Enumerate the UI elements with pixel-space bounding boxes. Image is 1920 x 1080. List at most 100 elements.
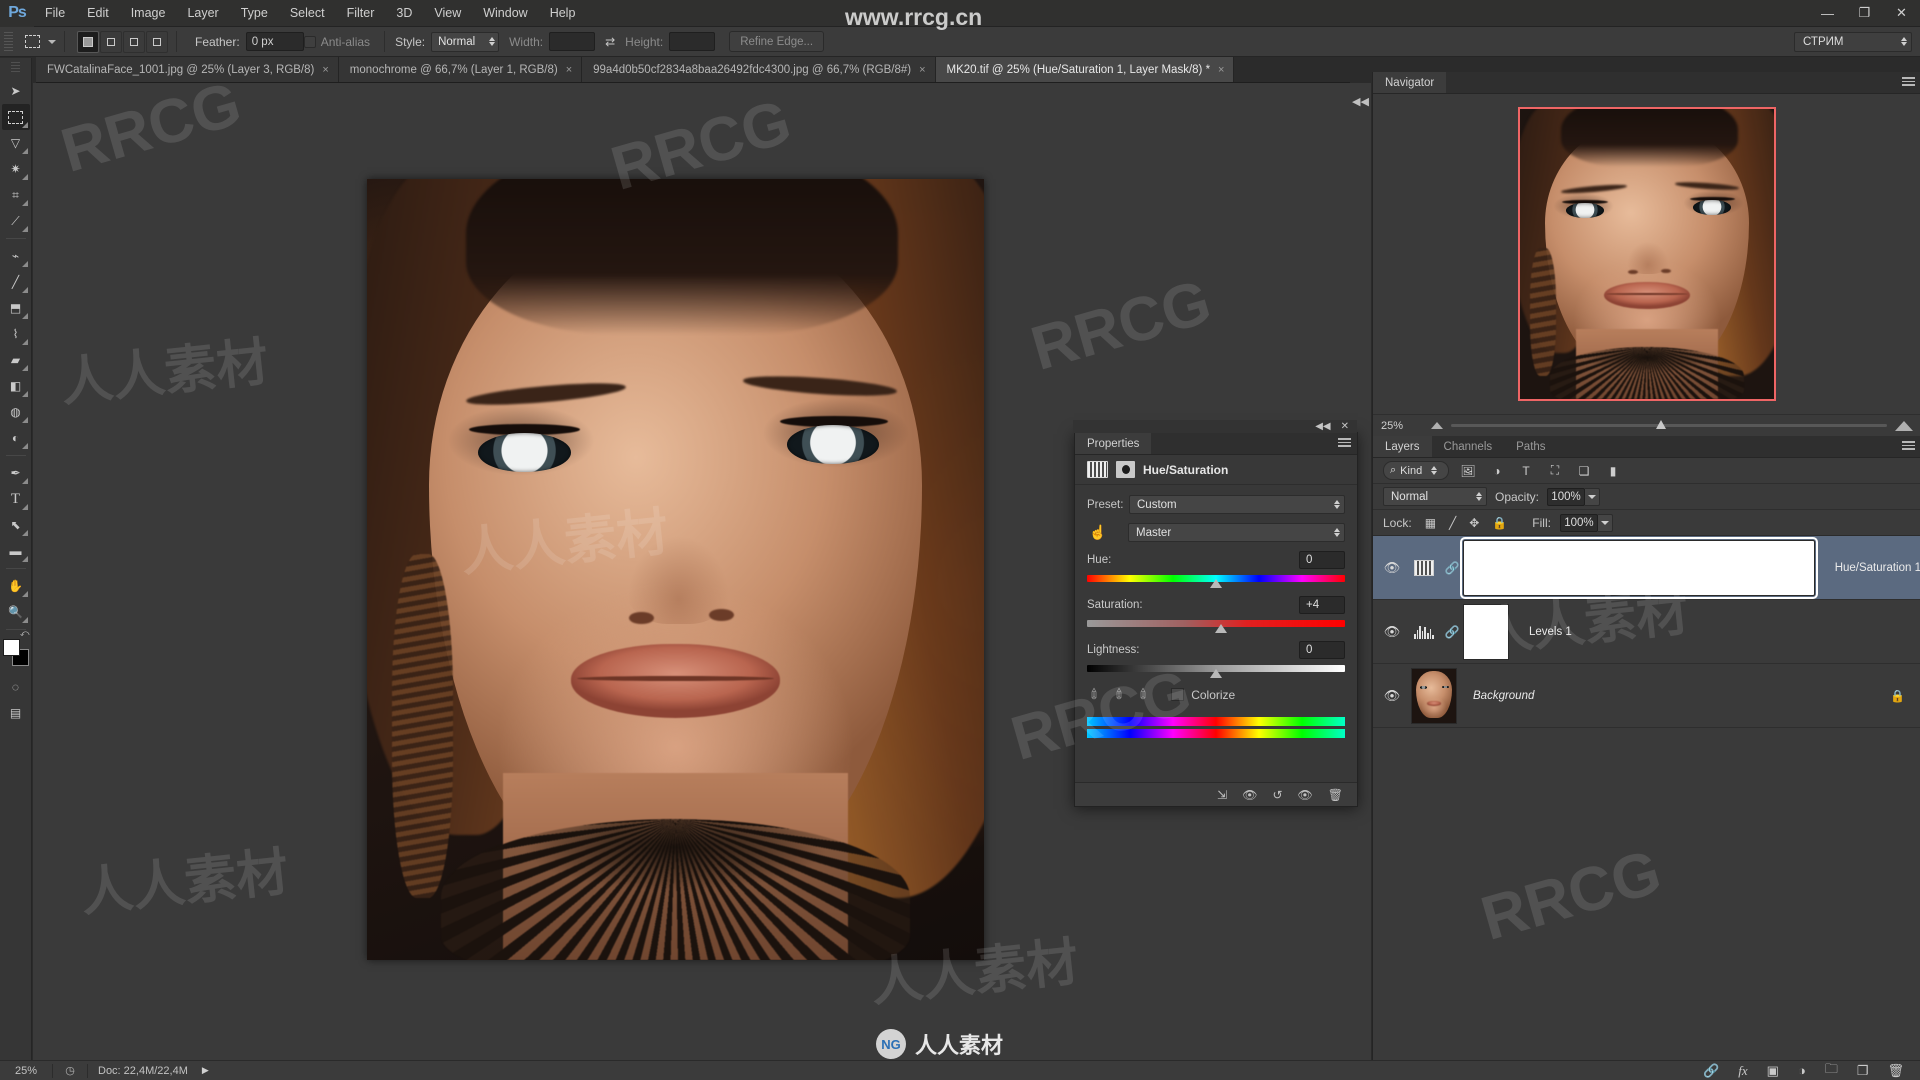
clone-stamp-tool[interactable]: ⬒ bbox=[2, 295, 30, 321]
gradient-tool[interactable]: ◧ bbox=[2, 373, 30, 399]
refine-edge-button[interactable]: Refine Edge... bbox=[729, 31, 825, 52]
menu-select[interactable]: Select bbox=[279, 0, 336, 27]
workspace-dropdown[interactable]: СТРИМ bbox=[1794, 31, 1912, 52]
shape-filter-icon[interactable]: ⛶ bbox=[1545, 461, 1565, 480]
crop-tool[interactable]: ⌗ bbox=[2, 182, 30, 208]
tab-layers[interactable]: Layers bbox=[1373, 436, 1432, 457]
layer-name[interactable]: Hue/Saturation 1 bbox=[1835, 562, 1920, 574]
zoom-tool[interactable]: 🔍 bbox=[2, 599, 30, 625]
targeted-adjustment-tool-icon[interactable]: ☝ bbox=[1087, 524, 1109, 541]
panel-menu-icon[interactable] bbox=[1331, 433, 1357, 454]
saturation-slider-track[interactable] bbox=[1087, 620, 1345, 633]
layer-visibility-icon[interactable]: 👁 bbox=[1377, 560, 1407, 576]
pen-tool[interactable]: ✒ bbox=[2, 460, 30, 486]
mask-link-icon[interactable]: 🔗 bbox=[1441, 561, 1463, 575]
hue-saturation-layer-icon[interactable] bbox=[1407, 559, 1441, 576]
menu-help[interactable]: Help bbox=[539, 0, 587, 27]
navigator-zoom-thumb[interactable] bbox=[1655, 420, 1666, 429]
tool-preset-chevron-down-icon[interactable] bbox=[48, 39, 56, 44]
adjustment-filter-icon[interactable]: ◑ bbox=[1487, 461, 1507, 480]
layer-name[interactable]: Background bbox=[1473, 690, 1534, 702]
lightness-value-input[interactable]: 0 bbox=[1299, 641, 1345, 659]
new-group-icon[interactable]: 🗀 bbox=[1825, 1060, 1838, 1080]
collapse-icon[interactable]: ◀◀ bbox=[1315, 421, 1330, 432]
screen-mode-button[interactable]: ▤ bbox=[2, 700, 30, 726]
add-layer-mask-icon[interactable]: ▣ bbox=[1767, 1063, 1779, 1079]
move-tool[interactable]: ➤ bbox=[2, 78, 30, 104]
tab-channels[interactable]: Channels bbox=[1431, 436, 1505, 457]
intersect-selection-button[interactable] bbox=[146, 30, 168, 53]
subtract-from-selection-button[interactable] bbox=[123, 30, 145, 53]
lock-image-pixels-icon[interactable]: ╱ bbox=[1449, 516, 1456, 530]
blur-tool[interactable]: ◍ bbox=[2, 399, 30, 425]
spot-healing-brush-tool[interactable]: ⌁ bbox=[2, 243, 30, 269]
menu-filter[interactable]: Filter bbox=[336, 0, 386, 27]
zoom-in-icon[interactable] bbox=[1895, 420, 1913, 431]
lasso-tool[interactable]: ▽ bbox=[2, 130, 30, 156]
document-tab-2[interactable]: monochrome @ 66,7% (Layer 1, RGB/8) × bbox=[338, 57, 583, 82]
swap-colors-icon[interactable]: ⤺ bbox=[20, 628, 30, 639]
active-tool-icon[interactable] bbox=[19, 31, 45, 53]
eyedropper-tool[interactable]: ⟋ bbox=[2, 208, 30, 234]
color-range-spectrum-bottom[interactable] bbox=[1087, 729, 1345, 738]
quick-selection-tool[interactable]: ✷ bbox=[2, 156, 30, 182]
opacity-chevron-down-icon[interactable] bbox=[1585, 487, 1601, 506]
reset-icon[interactable]: ↺ bbox=[1272, 788, 1282, 802]
lock-all-icon[interactable]: 🔒 bbox=[1492, 516, 1507, 530]
close-button[interactable]: ✕ bbox=[1883, 0, 1920, 27]
close-icon[interactable]: × bbox=[1218, 64, 1224, 76]
layer-name[interactable]: Levels 1 bbox=[1529, 626, 1572, 638]
delete-layer-icon[interactable]: 🗑 bbox=[1887, 1063, 1904, 1079]
eyedropper-icon[interactable]: ✐ bbox=[1085, 684, 1105, 704]
tab-properties[interactable]: Properties bbox=[1075, 433, 1152, 454]
menu-window[interactable]: Window bbox=[472, 0, 538, 27]
status-zoom-value[interactable]: 25% bbox=[0, 1065, 52, 1077]
menu-image[interactable]: Image bbox=[120, 0, 177, 27]
blend-mode-dropdown[interactable]: Normal bbox=[1383, 487, 1487, 506]
layer-row[interactable]: 👁 🔗 Levels 1 bbox=[1373, 600, 1920, 664]
eraser-tool[interactable]: ▰ bbox=[2, 347, 30, 373]
hue-slider-track[interactable] bbox=[1087, 575, 1345, 588]
menu-edit[interactable]: Edit bbox=[76, 0, 120, 27]
width-input[interactable] bbox=[549, 32, 596, 51]
zoom-out-icon[interactable] bbox=[1431, 422, 1443, 429]
anti-alias-checkbox[interactable] bbox=[303, 35, 316, 48]
panel-menu-icon[interactable] bbox=[1895, 72, 1920, 93]
quick-mask-mode-button[interactable]: ◌ bbox=[2, 674, 30, 700]
height-input[interactable] bbox=[669, 32, 716, 51]
fill-chevron-down-icon[interactable] bbox=[1597, 513, 1613, 532]
layer-mask-thumbnail[interactable] bbox=[1463, 603, 1509, 660]
document-tab-3[interactable]: 99a4d0b50cf2834a8baa26492fdc4300.jpg @ 6… bbox=[582, 57, 936, 82]
link-layers-icon[interactable]: 🔗 bbox=[1703, 1063, 1719, 1079]
toggle-layer-visibility-icon[interactable]: 👁 bbox=[1298, 788, 1313, 802]
navigator-zoom-slider[interactable] bbox=[1451, 420, 1887, 429]
menu-3d[interactable]: 3D bbox=[385, 0, 423, 27]
rectangle-tool[interactable]: ▬ bbox=[2, 538, 30, 564]
lightness-slider-track[interactable] bbox=[1087, 665, 1345, 678]
colorize-checkbox[interactable] bbox=[1171, 688, 1185, 701]
options-bar-grip[interactable] bbox=[4, 31, 13, 52]
layer-row[interactable]: 👁 Background 🔒 bbox=[1373, 664, 1920, 728]
type-filter-icon[interactable]: T bbox=[1516, 461, 1536, 480]
clip-to-layer-icon[interactable]: ⇲ bbox=[1217, 788, 1227, 802]
tab-navigator[interactable]: Navigator bbox=[1373, 72, 1447, 93]
hue-value-input[interactable]: 0 bbox=[1299, 551, 1345, 569]
pixel-filter-icon[interactable]: 🖼 bbox=[1458, 461, 1478, 480]
saturation-value-input[interactable]: +4 bbox=[1299, 596, 1345, 614]
panel-menu-icon[interactable] bbox=[1895, 436, 1920, 457]
document-tab-1[interactable]: FWCatalinaFace_1001.jpg @ 25% (Layer 3, … bbox=[36, 57, 339, 82]
rectangular-marquee-tool[interactable] bbox=[1, 104, 30, 130]
lock-transparent-pixels-icon[interactable]: ▦ bbox=[1425, 516, 1436, 530]
layer-mask-thumbnail[interactable] bbox=[1460, 536, 1818, 599]
restore-button[interactable]: ❐ bbox=[1846, 0, 1883, 27]
status-expand-icon[interactable]: ▶ bbox=[202, 1065, 209, 1076]
menu-file[interactable]: File bbox=[34, 0, 76, 27]
document-image[interactable] bbox=[367, 179, 984, 960]
minimize-button[interactable]: — bbox=[1809, 0, 1846, 27]
hue-slider-thumb[interactable] bbox=[1210, 579, 1222, 588]
style-dropdown[interactable]: Normal bbox=[431, 31, 500, 52]
eyedropper-add-icon[interactable]: ✐ bbox=[1109, 684, 1129, 704]
opacity-value[interactable]: 100% bbox=[1547, 487, 1586, 506]
path-selection-tool[interactable]: ⬉ bbox=[2, 512, 30, 538]
navigator-thumbnail[interactable] bbox=[1518, 107, 1776, 401]
